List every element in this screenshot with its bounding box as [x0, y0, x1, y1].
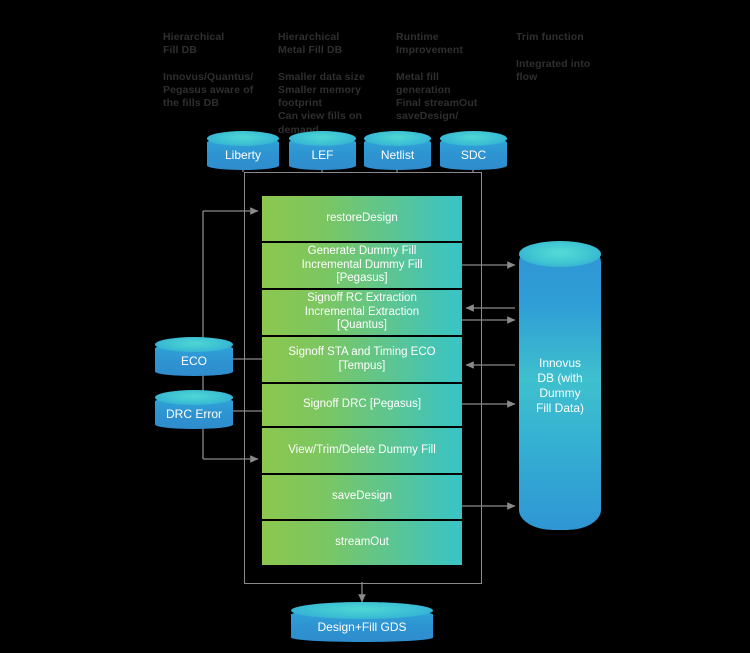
box-label: Generate Dummy Fill Incremental Dummy Fi…	[301, 245, 423, 285]
cylinder-top	[289, 131, 356, 146]
cyl-lef-label: LEF	[311, 148, 334, 162]
box-view-trim-delete-dummy-fill[interactable]: View/Trim/Delete Dummy Fill	[262, 428, 462, 473]
box-signoff-sta-timing-eco[interactable]: Signoff STA and Timing ECO [Tempus]	[262, 337, 462, 382]
cyl-netlist-label: Netlist	[380, 148, 415, 162]
box-label: restoreDesign	[326, 211, 398, 224]
note-heading: Hierarchical Metal Fill DB	[278, 31, 343, 57]
cylinder-top	[155, 337, 233, 352]
note-body: Smaller data size Smaller memory footpri…	[278, 70, 365, 136]
diagram-canvas: Hierarchical Fill DB Innovus/Quantus/ Pe…	[0, 0, 750, 653]
cyl-design-fill-gds[interactable]: Design+Fill GDS	[291, 602, 433, 644]
note-body: Metal fill generation Final streamOut sa…	[396, 70, 478, 123]
cyl-liberty[interactable]: Liberty	[207, 131, 279, 173]
note-heading: Hierarchical Fill DB	[163, 31, 225, 57]
cyl-innovus-db-label: Innovus DB (with Dummy Fill Data)	[535, 356, 584, 415]
box-label: Signoff STA and Timing ECO [Tempus]	[288, 346, 436, 372]
cylinder-top	[440, 131, 507, 146]
cylinder-top	[519, 241, 601, 267]
cyl-design-fill-gds-label: Design+Fill GDS	[317, 620, 407, 634]
box-label: streamOut	[335, 536, 389, 549]
note-runtime-improvement: Runtime Improvement Metal fill generatio…	[396, 18, 511, 137]
box-stream-out[interactable]: streamOut	[262, 521, 462, 565]
note-hierarchical-fill-db: Hierarchical Fill DB Innovus/Quantus/ Pe…	[163, 18, 278, 124]
note-body: Innovus/Quantus/ Pegasus aware of the fi…	[163, 70, 254, 110]
box-label: saveDesign	[331, 490, 393, 503]
cyl-eco[interactable]: ECO	[155, 337, 233, 379]
cyl-sdc[interactable]: SDC	[440, 131, 507, 173]
box-label: Signoff RC Extraction Incremental Extrac…	[304, 292, 420, 332]
cyl-innovus-db[interactable]: Innovus DB (with Dummy Fill Data)	[519, 241, 601, 530]
cylinder-top	[155, 390, 233, 405]
note-trim-function: Trim function Integrated into flow	[516, 18, 631, 97]
cyl-drc-error-label: DRC Error	[166, 407, 222, 421]
cyl-eco-label: ECO	[180, 354, 207, 368]
note-heading: Runtime Improvement	[396, 31, 464, 57]
box-label: Signoff DRC [Pegasus]	[302, 398, 422, 411]
note-heading: Trim function	[516, 31, 584, 44]
box-label: View/Trim/Delete Dummy Fill	[288, 443, 436, 456]
box-signoff-drc[interactable]: Signoff DRC [Pegasus]	[262, 384, 462, 426]
cyl-liberty-label: Liberty	[224, 148, 262, 162]
cylinder-top	[207, 131, 279, 146]
cyl-drc-error[interactable]: DRC Error	[155, 390, 233, 432]
cyl-netlist[interactable]: Netlist	[364, 131, 431, 173]
box-signoff-rc-extraction[interactable]: Signoff RC Extraction Incremental Extrac…	[262, 290, 462, 335]
box-generate-dummy-fill[interactable]: Generate Dummy Fill Incremental Dummy Fi…	[262, 243, 462, 288]
box-save-design[interactable]: saveDesign	[262, 475, 462, 519]
cyl-lef[interactable]: LEF	[289, 131, 356, 173]
box-restore-design[interactable]: restoreDesign	[262, 196, 462, 241]
cyl-sdc-label: SDC	[460, 148, 487, 162]
cylinder-top	[291, 602, 433, 619]
note-body: Integrated into flow	[516, 57, 591, 83]
cylinder-top	[364, 131, 431, 146]
